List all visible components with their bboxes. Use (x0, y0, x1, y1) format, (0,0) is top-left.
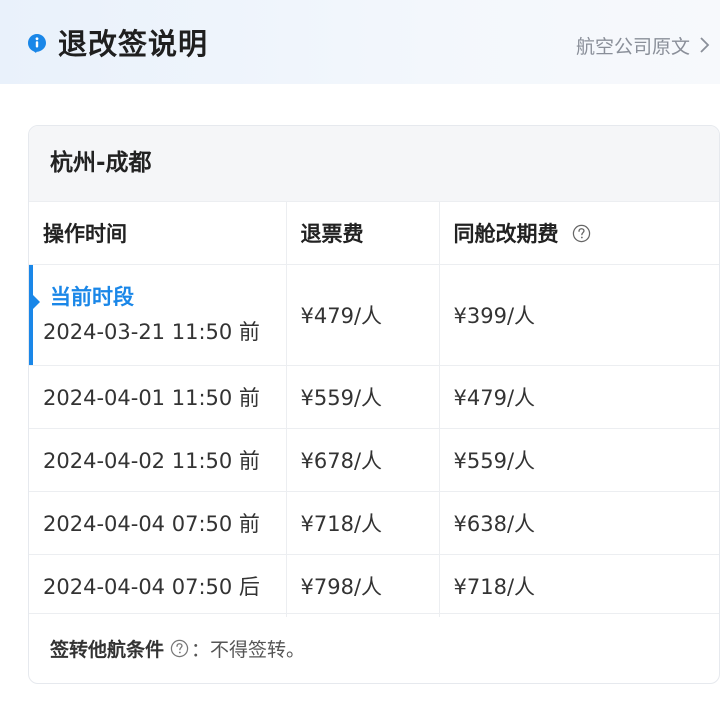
refund-fee-cell: ¥479/人 (286, 264, 440, 366)
table-row: 2024-04-01 11:50 前 ¥559/人 ¥479/人 (29, 365, 719, 429)
time-cell: 2024-04-01 11:50 前 (29, 365, 287, 429)
refund-change-card: 杭州-成都 操作时间 退票费 同舱改期费 当前时段 2024-03-21 11:… (28, 125, 720, 684)
current-period-indicator (29, 265, 33, 365)
question-circle-icon[interactable] (170, 639, 189, 658)
time-cell: 2024-04-02 11:50 前 (29, 428, 287, 492)
time-cell-current: 当前时段 2024-03-21 11:50 前 (29, 264, 287, 366)
time-cell-text: 2024-03-21 11:50 前 (43, 320, 260, 344)
column-header-change-label: 同舱改期费 (453, 222, 559, 246)
change-fee-cell: ¥399/人 (439, 264, 719, 366)
route-title: 杭州-成都 (50, 150, 152, 176)
change-fee-cell: ¥638/人 (439, 491, 719, 555)
page-title: 退改签说明 (58, 27, 209, 61)
column-header-change: 同舱改期费 (439, 201, 719, 265)
airline-original-link[interactable]: 航空公司原文 (576, 30, 710, 60)
endorsement-note: 签转他航条件 ：不得签转。 (50, 633, 305, 663)
column-header-refund: 退票费 (286, 201, 440, 265)
current-period-arrow (33, 295, 40, 309)
refund-fee-cell: ¥798/人 (286, 554, 440, 617)
footer-divider (29, 613, 719, 614)
table-row: 2024-04-04 07:50 后 ¥798/人 ¥718/人 (29, 554, 719, 617)
change-fee-cell: ¥559/人 (439, 428, 719, 492)
route-header: 杭州-成都 (29, 126, 719, 201)
info-icon (28, 34, 46, 53)
table-row: 当前时段 2024-03-21 11:50 前 ¥479/人 ¥399/人 (29, 264, 719, 366)
table-row: 2024-04-04 07:50 前 ¥718/人 ¥638/人 (29, 491, 719, 555)
refund-fee-cell: ¥718/人 (286, 491, 440, 555)
endorsement-label: 签转他航条件 (50, 638, 165, 661)
airline-original-label: 航空公司原文 (575, 35, 690, 58)
change-fee-cell: ¥479/人 (439, 365, 719, 429)
page-header: 退改签说明 航空公司原文 (0, 0, 720, 84)
table-row: 2024-04-02 11:50 前 ¥678/人 ¥559/人 (29, 428, 719, 492)
fee-table: 操作时间 退票费 同舱改期费 当前时段 2024-03-21 11:50 前 ¥… (29, 201, 719, 617)
chevron-right-icon (700, 37, 710, 53)
time-cell: 2024-04-04 07:50 后 (29, 554, 287, 617)
column-header-time: 操作时间 (29, 201, 287, 265)
current-period-label: 当前时段 (50, 285, 134, 309)
refund-fee-cell: ¥559/人 (286, 365, 440, 429)
question-circle-icon[interactable] (572, 224, 591, 243)
time-cell: 2024-04-04 07:50 前 (29, 491, 287, 555)
table-header-row: 操作时间 退票费 同舱改期费 (29, 201, 719, 265)
endorsement-value: ：不得签转。 (191, 638, 306, 661)
change-fee-cell: ¥718/人 (439, 554, 719, 617)
refund-fee-cell: ¥678/人 (286, 428, 440, 492)
